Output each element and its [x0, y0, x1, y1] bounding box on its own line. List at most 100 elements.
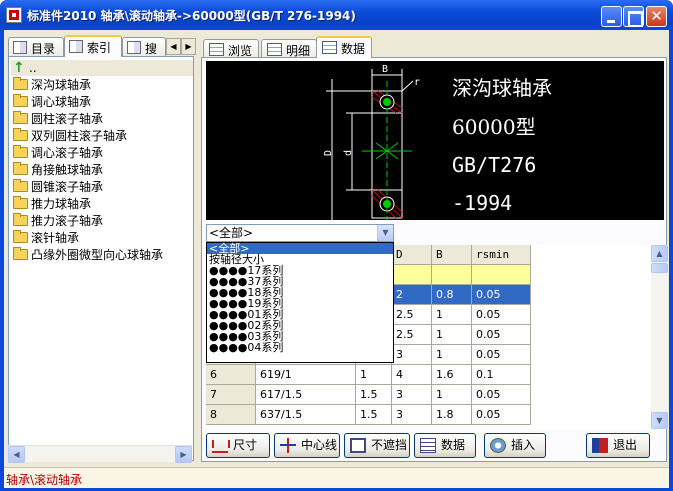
tab-browse[interactable]: 浏览 [203, 39, 260, 58]
minimize-button[interactable] [601, 6, 622, 27]
tab-catalog[interactable]: 目录 [8, 37, 64, 56]
cell-D: 3 [392, 345, 432, 365]
tree-item[interactable]: 双列圆柱滚子轴承 [13, 128, 127, 144]
tab-search[interactable]: 搜 [122, 37, 166, 56]
folder-icon [13, 230, 28, 243]
tree-item-label: 滚针轴承 [31, 231, 80, 245]
drawing-caption-line: 60000型 [452, 115, 536, 139]
cell-rsmin: 0.05 [472, 305, 531, 325]
maximize-button[interactable] [623, 6, 644, 27]
cell-D: 4 [392, 365, 432, 385]
tree-item-label: 调心球轴承 [31, 95, 92, 109]
cell-d: 1.5 [356, 385, 392, 405]
chevron-down-icon[interactable]: ▼ [377, 225, 393, 241]
folder-icon [13, 179, 28, 192]
tree-item[interactable]: 推力滚子轴承 [13, 213, 103, 229]
tree-horizontal-scrollbar[interactable]: ◀ ▶ [8, 445, 192, 463]
tab-index[interactable]: 索引 [64, 35, 122, 57]
scroll-left-icon[interactable]: ◀ [8, 446, 25, 463]
tree-panel: ↑ .. 深沟球轴承 调心球轴承 圆柱滚子轴承 双列圆柱滚子轴承 调心滚子轴承 … [8, 56, 194, 461]
series-dropdown-list: <全部> 按轴径大小 ●●●●17系列 ●●●●37系列 ●●●●18系列 ●●… [206, 242, 394, 363]
scroll-down-icon[interactable]: ▼ [651, 412, 668, 429]
cell-B: 1 [432, 325, 472, 345]
tree-item[interactable]: 滚针轴承 [13, 230, 79, 246]
cell-B: 1.8 [432, 405, 472, 425]
data-tab-icon [322, 41, 337, 54]
button-label: 不遮挡 [371, 438, 408, 452]
drawing-caption-line: -1994 [452, 191, 512, 215]
button-label: 尺寸 [233, 438, 258, 452]
scroll-thumb[interactable] [651, 263, 668, 273]
title-bar[interactable]: 标准件2010 轴承\滚动轴承->60000型(GB/T 276-1994) ✕ [0, 0, 673, 30]
bearing-diagram: B r D d 深沟球轴承 60000型 GB/T276 -1994 [323, 64, 552, 220]
tree-item[interactable]: 圆柱滚子轴承 [13, 111, 103, 127]
tab-label: 数据 [341, 42, 366, 56]
tree-item-label: 双列圆柱滚子轴承 [31, 129, 128, 143]
index-icon [69, 40, 83, 53]
cell-rsmin [472, 265, 531, 285]
folder-icon [13, 196, 28, 209]
tree-item[interactable]: 调心滚子轴承 [13, 145, 103, 161]
table-row[interactable]: 7 617/1.5 1.5 3 1 0.05 [206, 385, 531, 405]
close-button[interactable]: ✕ [646, 6, 667, 27]
tree-item-label: 圆锥滚子轴承 [31, 180, 104, 194]
grid-header-rsmin[interactable]: rsmin [472, 245, 531, 265]
dropdown-option[interactable]: ●●●●04系列 [207, 342, 393, 353]
cell-model: 617/1.5 [256, 385, 356, 405]
status-bar: 轴承\滚动轴承 [4, 467, 669, 488]
folder-icon [13, 111, 28, 124]
table-row[interactable]: 6 619/1 1 4 1.6 0.1 [206, 365, 531, 385]
table-row[interactable]: 8 637/1.5 1.5 3 1.8 0.05 [206, 405, 531, 425]
insert-icon [490, 438, 506, 453]
tree-item-up[interactable]: ↑ .. [11, 60, 193, 76]
dim-r-label: r [414, 77, 420, 88]
tree-item[interactable]: 深沟球轴承 [13, 77, 91, 93]
tab-scroll-right-button[interactable]: ▶ [181, 38, 196, 55]
data-button[interactable]: 数据 [414, 433, 476, 458]
left-tab-strip: 目录 索引 搜 ◀ ▶ [6, 35, 196, 57]
drawing-caption-line: GB/T276 [452, 153, 536, 177]
tab-label: 索引 [87, 41, 112, 55]
series-filter-combo[interactable]: <全部> ▼ [206, 224, 394, 242]
tree-item-label: 角接触球轴承 [31, 163, 104, 177]
scroll-right-icon[interactable]: ▶ [175, 446, 192, 463]
no-mask-button[interactable]: 不遮挡 [344, 433, 410, 458]
grid-vertical-scrollbar[interactable]: ▲ ▼ [651, 245, 668, 429]
folder-icon [13, 213, 28, 226]
folder-icon [13, 128, 28, 141]
tree-item[interactable]: 推力球轴承 [13, 196, 91, 212]
drawing-caption-line: 深沟球轴承 [452, 76, 552, 100]
insert-button[interactable]: 插入 [484, 433, 546, 458]
cell-D: 2 [392, 285, 432, 305]
tree-item-label: 推力滚子轴承 [31, 214, 104, 228]
tab-scroll-left-button[interactable]: ◀ [166, 38, 181, 55]
tree-item[interactable]: 圆锥滚子轴承 [13, 179, 103, 195]
cell-D: 2.5 [392, 305, 432, 325]
cell-D: 3 [392, 405, 432, 425]
table-icon [420, 438, 436, 453]
tree-item[interactable]: 角接触球轴承 [13, 162, 103, 178]
center-line-button[interactable]: 中心线 [274, 433, 340, 458]
dim-b-label: B [382, 64, 388, 75]
exit-button[interactable]: 退出 [586, 433, 650, 458]
tab-data[interactable]: 数据 [316, 36, 373, 58]
folder-icon [13, 94, 28, 107]
row-index: 6 [206, 365, 256, 385]
cell-rsmin: 0.05 [472, 385, 531, 405]
scroll-up-icon[interactable]: ▲ [651, 245, 668, 262]
cell-D [392, 265, 432, 285]
tab-detail[interactable]: 明细 [261, 39, 318, 58]
exit-door-icon [592, 438, 608, 453]
cell-d: 1.5 [356, 405, 392, 425]
tree-item[interactable]: 调心球轴承 [13, 94, 91, 110]
cell-rsmin: 0.1 [472, 365, 531, 385]
crosshair-icon [280, 438, 296, 453]
status-text: 轴承\滚动轴承 [6, 473, 83, 487]
folder-icon [13, 145, 28, 158]
tab-scroll: ◀ ▶ [166, 38, 196, 55]
grid-header-B[interactable]: B [432, 245, 472, 265]
tree-item[interactable]: 凸缘外圈微型向心球轴承 [13, 247, 163, 263]
grid-header-D[interactable]: D [392, 245, 432, 265]
size-button[interactable]: 尺寸 [206, 433, 270, 458]
tree-item-label: .. [29, 61, 37, 75]
